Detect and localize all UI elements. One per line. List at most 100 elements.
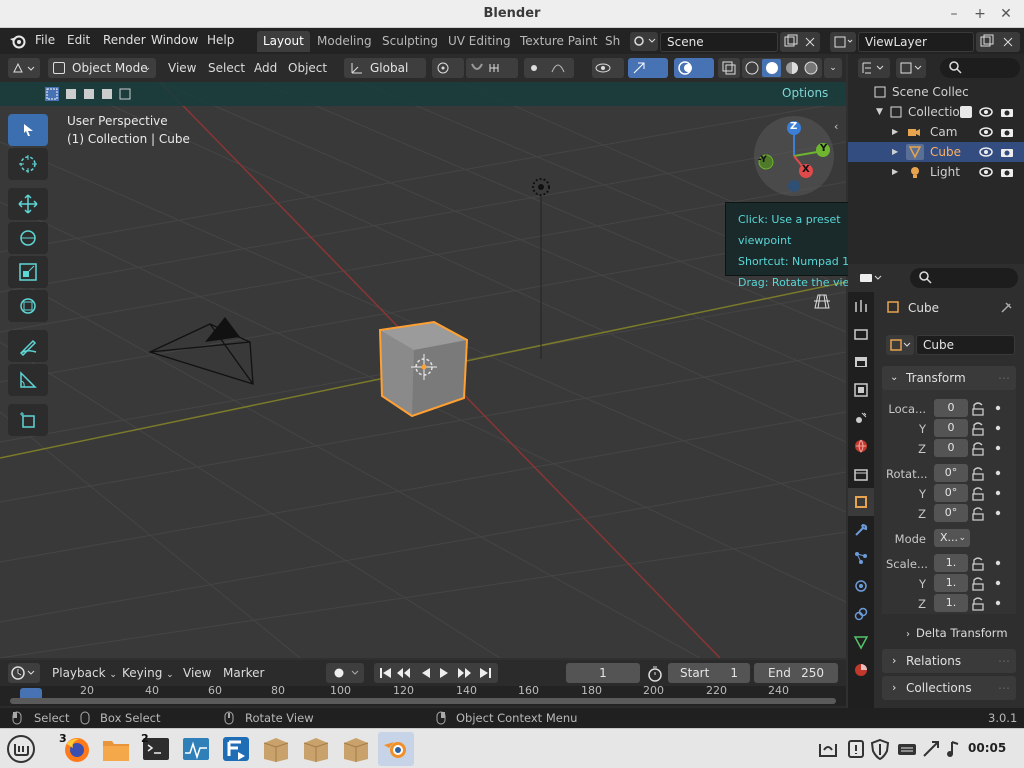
view-layer-icon[interactable] <box>830 32 856 52</box>
lock-and-keyframe-icons[interactable] <box>968 399 1008 615</box>
blender-app-icon[interactable] <box>378 732 414 766</box>
tab-modeling[interactable]: Modeling <box>311 31 378 52</box>
scene-name-field[interactable]: Scene <box>660 32 778 52</box>
terminal-icon[interactable]: 2 <box>138 732 174 766</box>
outliner-item-camera[interactable]: ▶ Cam <box>848 122 1024 142</box>
modifier-tab-icon[interactable] <box>848 516 874 544</box>
end-frame-field[interactable]: End 250 <box>754 663 838 683</box>
network-icon[interactable] <box>920 738 942 760</box>
add-cube-tool-icon[interactable] <box>8 404 48 436</box>
gizmo-toggle-icon[interactable] <box>628 58 668 78</box>
editor-type-icon[interactable] <box>8 58 40 78</box>
rotation-y-field[interactable]: 0° <box>934 484 968 502</box>
drag-handle-icon[interactable]: ⋯ <box>998 676 1010 700</box>
rotate-tool-icon[interactable] <box>8 222 48 254</box>
outliner-collection[interactable]: ▼ Collectio <box>848 102 1024 122</box>
drag-handle-icon[interactable]: ⋯ <box>998 366 1010 390</box>
drag-handle-icon[interactable]: ⋯ <box>998 649 1010 673</box>
firefox-icon[interactable]: 3 <box>58 732 94 766</box>
view-layer-new-remove-icons[interactable] <box>976 32 1020 52</box>
menu-view[interactable]: View <box>168 58 196 78</box>
tab-texture-paint[interactable]: Texture Paint <box>514 31 603 52</box>
pivot-point-icon[interactable] <box>432 58 464 78</box>
shading-options-chevron-icon[interactable]: ⌄ <box>824 58 842 78</box>
collection-tab-icon[interactable] <box>848 460 874 488</box>
camera-render-icon[interactable] <box>1000 105 1014 119</box>
render-tab-icon[interactable] <box>848 320 874 348</box>
keying-menu[interactable]: Keying ⌄ <box>122 663 174 683</box>
menu-edit[interactable]: Edit <box>67 33 90 47</box>
navigation-gizmo[interactable]: Z Y X -Y <box>754 116 834 196</box>
rotation-mode-dropdown[interactable]: X... ⌄ <box>934 529 970 547</box>
constraints-tab-icon[interactable] <box>848 600 874 628</box>
camera-render-icon[interactable] <box>1000 145 1014 159</box>
outliner-scene-collection[interactable]: Scene Collec <box>848 82 1024 102</box>
relations-panel-header[interactable]: › Relations ⋯ <box>882 649 1016 673</box>
visibility-icon[interactable] <box>592 58 624 78</box>
tab-uv-editing[interactable]: UV Editing <box>442 31 517 52</box>
move-tool-icon[interactable] <box>8 188 48 220</box>
outliner-editor-type-icon[interactable] <box>858 58 890 78</box>
object-name-field[interactable]: Cube <box>916 335 1015 355</box>
world-tab-icon[interactable] <box>848 432 874 460</box>
tab-sculpting[interactable]: Sculpting <box>376 31 444 52</box>
view-layer-field[interactable]: ViewLayer <box>858 32 974 52</box>
marker-menu[interactable]: Marker <box>223 663 264 683</box>
system-monitor-icon[interactable] <box>178 732 214 766</box>
cube-object[interactable] <box>372 318 472 424</box>
location-x-field[interactable]: 0 <box>934 399 968 417</box>
menu-file[interactable]: File <box>35 33 55 47</box>
pin-icon[interactable] <box>1000 300 1014 314</box>
maximize-icon[interactable]: + <box>970 4 990 24</box>
mint-menu-icon[interactable] <box>3 732 39 766</box>
stopwatch-icon[interactable] <box>646 665 664 683</box>
scene-tab-icon[interactable] <box>848 404 874 432</box>
playback-controls[interactable] <box>374 663 498 683</box>
menu-window[interactable]: Window <box>151 33 198 47</box>
grid-view-icon[interactable] <box>810 290 834 312</box>
start-frame-field[interactable]: Start 1 <box>668 663 750 683</box>
mode-selector[interactable]: Object Mode ⌄ <box>48 58 156 78</box>
scale-tool-icon[interactable] <box>8 256 48 288</box>
keyboard-icon[interactable] <box>896 740 918 758</box>
current-frame-field[interactable]: 1 <box>566 663 640 683</box>
menu-add[interactable]: Add <box>254 58 277 78</box>
output-tab-icon[interactable] <box>848 348 874 376</box>
volume-icon[interactable] <box>946 738 962 760</box>
menu-object[interactable]: Object <box>288 58 327 78</box>
package-icon[interactable] <box>338 732 374 766</box>
data-tab-icon[interactable] <box>848 628 874 656</box>
close-icon[interactable]: ✕ <box>996 4 1016 24</box>
playback-menu[interactable]: Playback ⌄ <box>52 663 117 683</box>
outliner-search-input[interactable] <box>940 58 1020 78</box>
transform-panel-header[interactable]: ⌄ Transform ⋯ <box>882 366 1016 390</box>
eye-icon[interactable] <box>979 105 993 119</box>
tab-shading[interactable]: Sh <box>599 31 626 52</box>
selection-mode-icons[interactable] <box>44 86 138 102</box>
select-tool-icon[interactable] <box>8 114 48 146</box>
rotation-z-field[interactable]: 0° <box>934 504 968 522</box>
delta-transform-subpanel[interactable]: › Delta Transform <box>906 626 1008 640</box>
eye-icon[interactable] <box>979 165 993 179</box>
scale-z-field[interactable]: 1. <box>934 594 968 612</box>
tab-layout[interactable]: Layout <box>257 31 310 52</box>
package-icon[interactable] <box>298 732 334 766</box>
menu-render[interactable]: Render <box>103 33 146 47</box>
outliner-item-light[interactable]: ▶ Light <box>848 162 1024 182</box>
scene-new-copy-icons[interactable] <box>780 32 820 52</box>
orientation-selector[interactable]: Global <box>344 58 426 78</box>
properties-search-input[interactable] <box>910 268 1018 288</box>
record-keyframe-icon[interactable] <box>326 663 364 683</box>
transform-tool-icon[interactable] <box>8 290 48 322</box>
overlays-toggle-icon[interactable] <box>674 58 714 78</box>
timeline-view-menu[interactable]: View <box>183 663 211 683</box>
options-dropdown[interactable]: Options <box>782 86 828 100</box>
snap-icon[interactable] <box>466 58 518 78</box>
exclude-checkbox[interactable] <box>960 106 972 118</box>
shield-icon[interactable] <box>870 738 890 760</box>
object-datablock-icon[interactable] <box>886 335 914 355</box>
camera-render-icon[interactable] <box>1000 165 1014 179</box>
3d-viewport[interactable]: Options User Perspective (1) Collection … <box>0 82 846 658</box>
properties-editor-type-icon[interactable] <box>856 268 888 288</box>
xray-toggle-icon[interactable] <box>718 58 740 78</box>
